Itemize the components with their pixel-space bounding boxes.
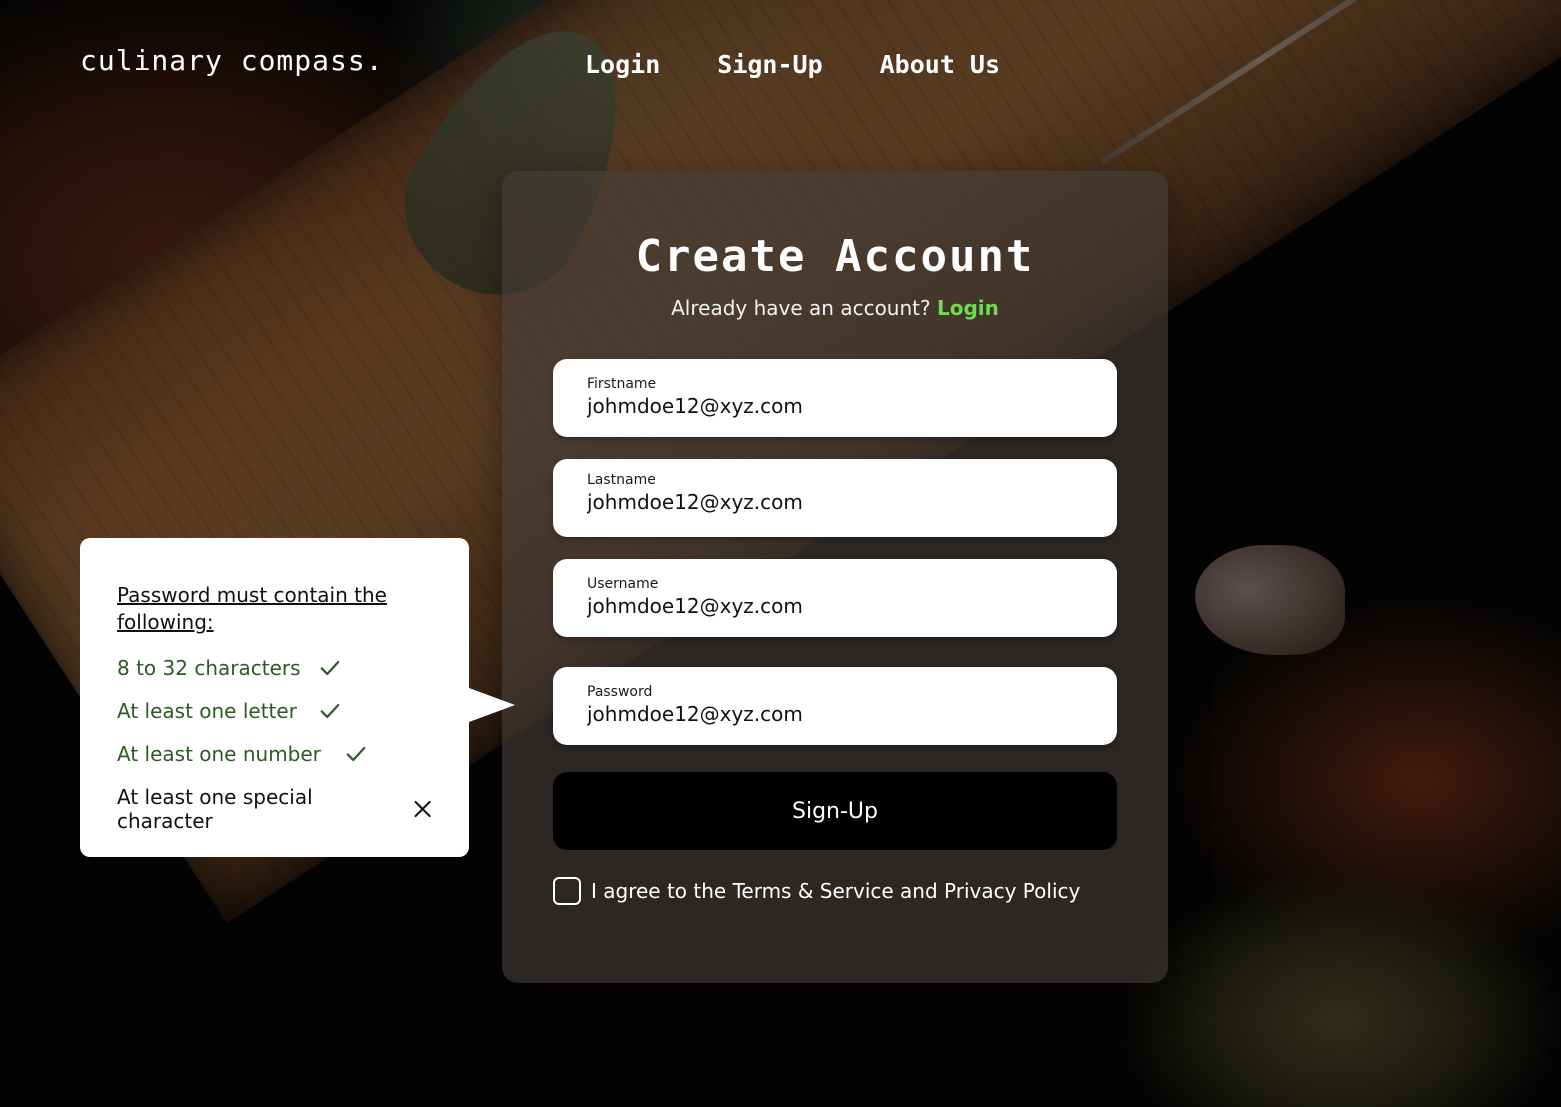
password-label: Password xyxy=(587,684,653,700)
rule-letter-text: At least one letter xyxy=(117,699,297,723)
lastname-label: Lastname xyxy=(587,472,656,488)
top-nav: Login Sign-Up About Us xyxy=(585,50,1000,79)
check-icon xyxy=(320,703,340,719)
login-prompt-text: Already have an account? xyxy=(671,296,931,320)
rule-letter: At least one letter xyxy=(117,699,433,723)
check-icon xyxy=(346,746,366,762)
rule-length-text: 8 to 32 characters xyxy=(117,656,301,680)
check-icon xyxy=(320,660,339,676)
password-requirements-tooltip: Password must contain the following: 8 t… xyxy=(80,538,469,857)
firstname-field[interactable]: Firstname xyxy=(553,359,1117,437)
terms-agreement: I agree to the Terms & Service and Priva… xyxy=(553,877,1080,905)
password-input[interactable] xyxy=(587,702,1083,726)
lastname-field[interactable]: Lastname xyxy=(553,459,1117,537)
rule-number: At least one number xyxy=(117,742,433,766)
login-prompt: Already have an account? Login xyxy=(502,296,1168,320)
tooltip-pointer xyxy=(469,688,515,722)
login-link[interactable]: Login xyxy=(937,296,999,320)
firstname-input[interactable] xyxy=(587,394,1083,418)
terms-text[interactable]: I agree to the Terms & Service and Priva… xyxy=(591,879,1080,903)
x-icon xyxy=(414,800,431,818)
username-label: Username xyxy=(587,576,659,592)
nav-sign-up[interactable]: Sign-Up xyxy=(717,50,822,79)
create-account-card: Create Account Already have an account? … xyxy=(502,171,1168,983)
rule-special-character-text: At least one special character xyxy=(117,785,313,833)
nav-about-us[interactable]: About Us xyxy=(880,50,1000,79)
nav-login[interactable]: Login xyxy=(585,50,660,79)
username-input[interactable] xyxy=(587,594,1083,618)
password-field[interactable]: Password xyxy=(553,667,1117,745)
rule-length: 8 to 32 characters xyxy=(117,656,433,680)
sign-up-button[interactable]: Sign-Up xyxy=(553,772,1117,850)
password-requirements-heading: Password must contain the following: xyxy=(117,583,387,634)
site-logo[interactable]: culinary compass. xyxy=(80,44,384,77)
terms-checkbox[interactable] xyxy=(553,877,581,905)
page-title: Create Account xyxy=(635,231,1035,282)
username-field[interactable]: Username xyxy=(553,559,1117,637)
rule-number-text: At least one number xyxy=(117,742,321,766)
rule-special-character: At least one special character xyxy=(117,785,433,833)
firstname-label: Firstname xyxy=(587,376,657,392)
lastname-input[interactable] xyxy=(587,490,1083,514)
